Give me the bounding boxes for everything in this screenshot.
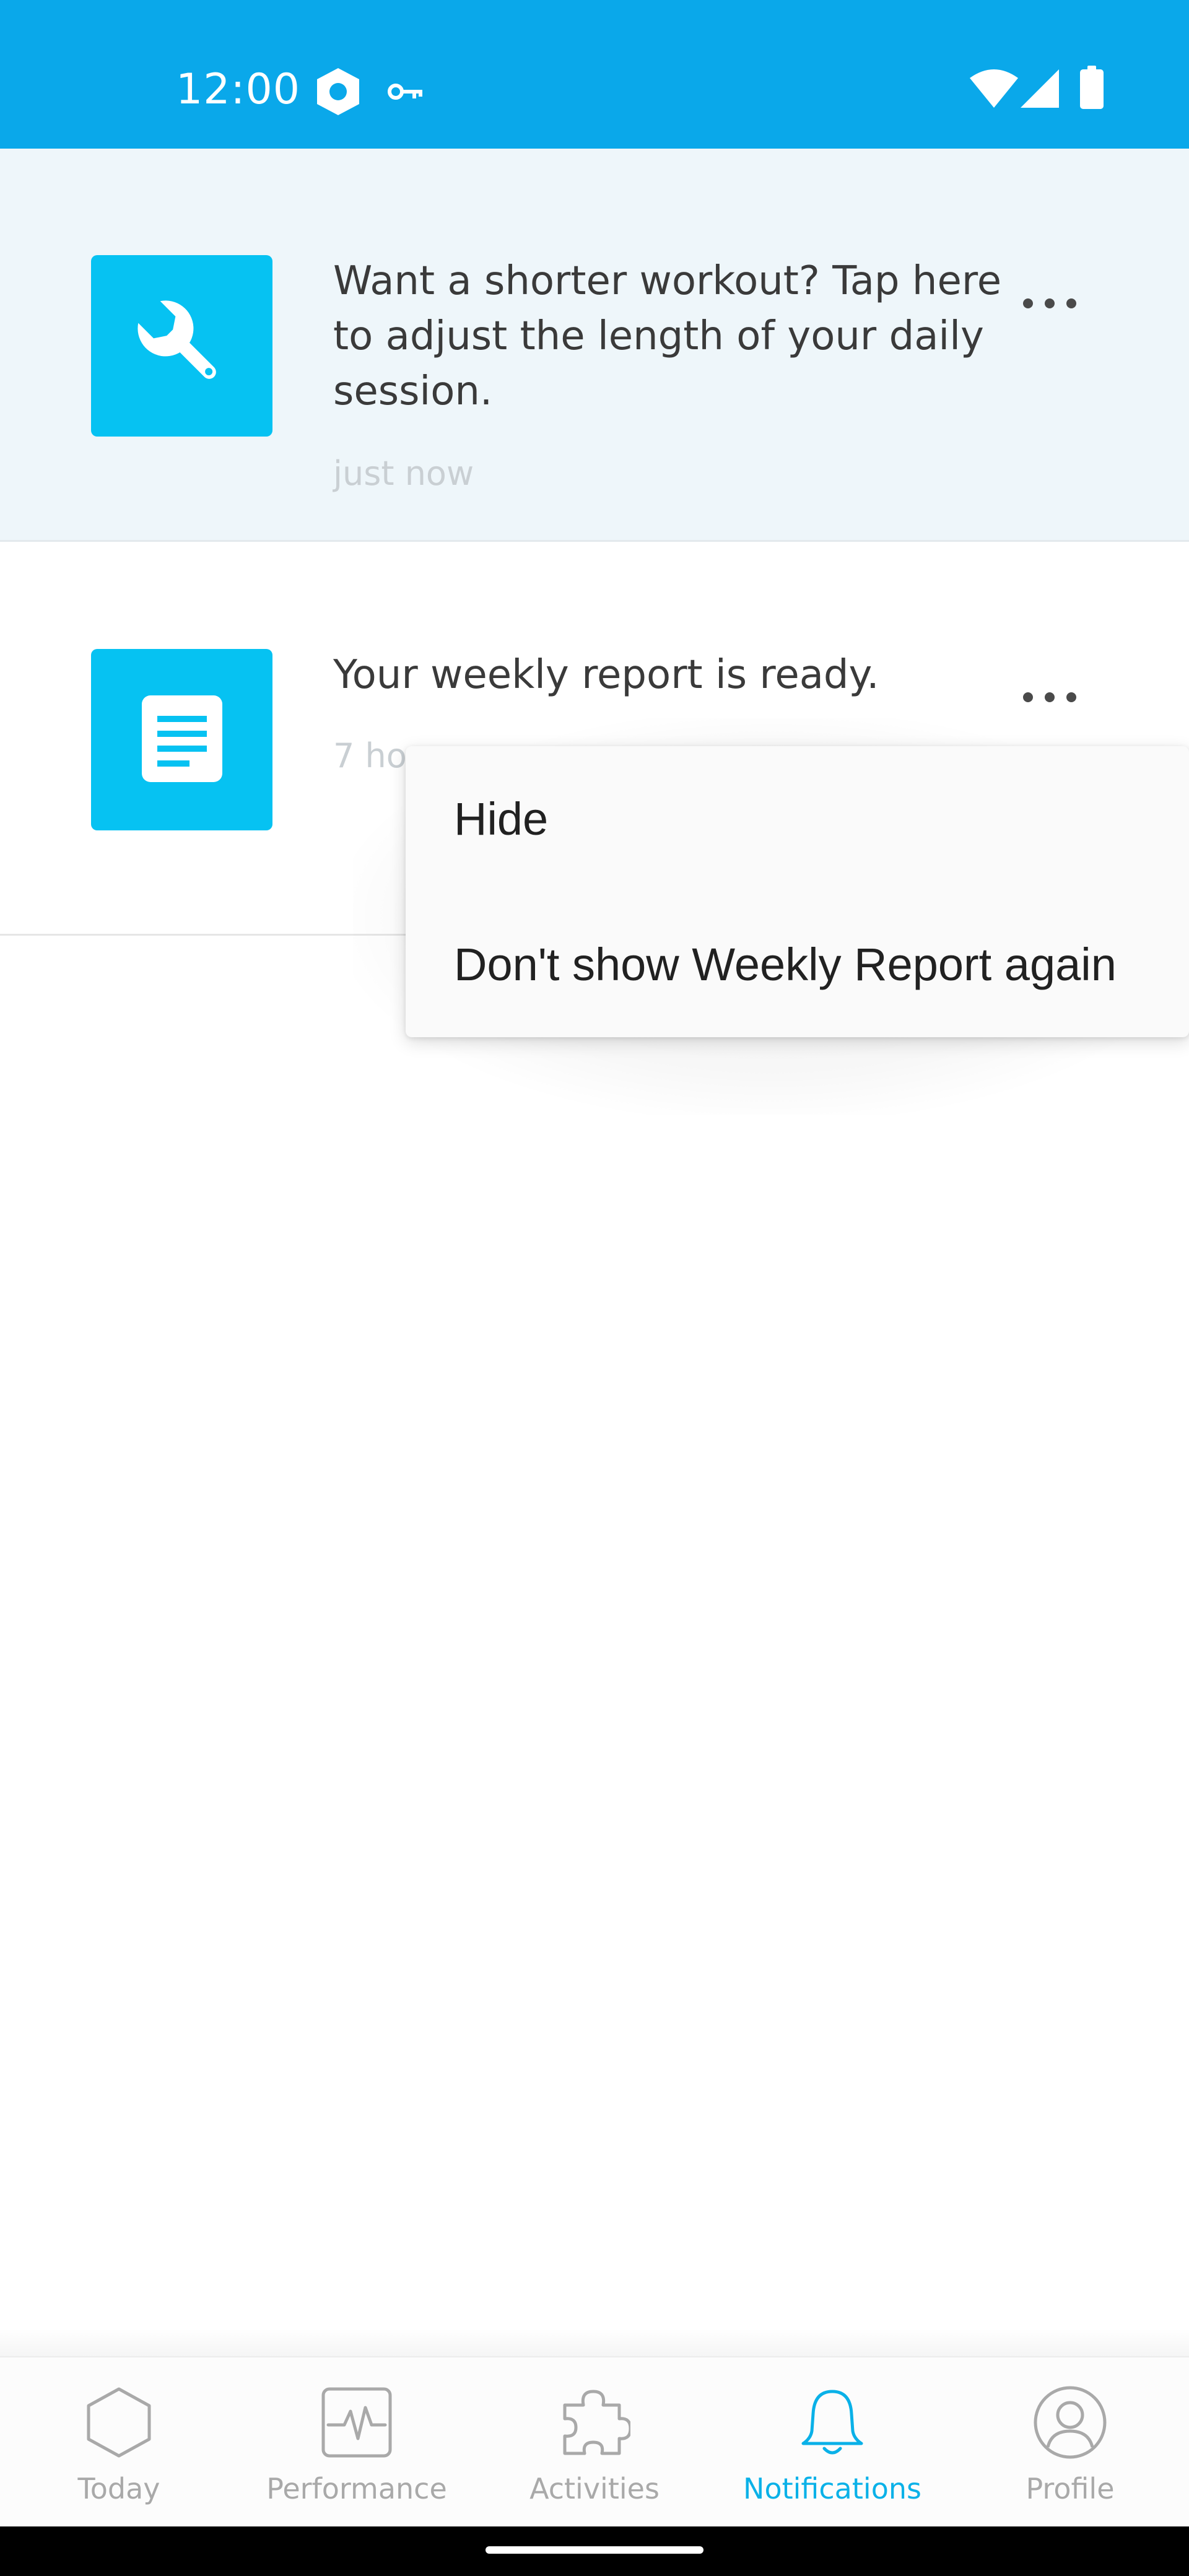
notifications-screen: 12:00 Want a shorter workout? Tap here t… <box>0 0 1189 2576</box>
nav-item-performance[interactable]: Performance <box>238 2357 476 2528</box>
pulse-chart-icon <box>316 2382 397 2463</box>
system-gesture-bar <box>0 2526 1189 2576</box>
bottom-nav: Today Performance Activities Notificatio… <box>0 2356 1189 2526</box>
shield-lock-icon <box>315 67 362 116</box>
bottom-nav-shadow <box>0 2328 1189 2356</box>
notification-text: Want a shorter workout? Tap here to adju… <box>333 258 1002 414</box>
puzzle-icon <box>554 2382 635 2463</box>
status-bar: 12:00 <box>0 0 1189 149</box>
more-dot <box>1045 692 1055 702</box>
more-options-button[interactable] <box>1016 285 1084 322</box>
wrench-icon <box>129 292 235 400</box>
key-icon <box>388 82 424 102</box>
user-icon <box>1030 2382 1110 2463</box>
notification-tile <box>91 255 272 437</box>
nav-label: Profile <box>1026 2472 1115 2505</box>
nav-label: Performance <box>266 2472 447 2505</box>
nav-label: Notifications <box>743 2472 921 2505</box>
nav-item-profile[interactable]: Profile <box>951 2357 1189 2528</box>
more-dot <box>1045 298 1055 308</box>
popup-menu: Hide Don't show Weekly Report again <box>406 746 1189 1037</box>
hexagon-icon <box>79 2382 159 2463</box>
cell-signal-icon <box>1021 69 1059 108</box>
more-options-button[interactable] <box>1016 679 1084 716</box>
home-gesture-handle[interactable] <box>486 2546 703 2554</box>
bell-icon <box>792 2382 873 2463</box>
report-icon <box>139 692 225 788</box>
nav-item-activities[interactable]: Activities <box>476 2357 713 2528</box>
more-dot <box>1066 692 1076 702</box>
notification-tile <box>91 649 272 830</box>
nav-label: Today <box>77 2472 160 2505</box>
notification-item[interactable]: Want a shorter workout? Tap here to adju… <box>0 149 1189 542</box>
nav-item-notifications[interactable]: Notifications <box>713 2357 951 2528</box>
status-time: 12:00 <box>176 65 300 114</box>
nav-item-today[interactable]: Today <box>0 2357 238 2528</box>
menu-item-dont-show-again[interactable]: Don't show Weekly Report again <box>406 892 1189 1037</box>
wifi-icon <box>970 69 1018 108</box>
more-dot <box>1023 298 1033 308</box>
more-dot <box>1023 692 1033 702</box>
menu-item-hide[interactable]: Hide <box>406 746 1189 892</box>
battery-icon <box>1080 66 1104 109</box>
nav-label: Activities <box>529 2472 660 2505</box>
notification-text: Your weekly report is ready. <box>333 652 879 698</box>
notification-time: just now <box>333 454 474 493</box>
more-dot <box>1066 298 1076 308</box>
